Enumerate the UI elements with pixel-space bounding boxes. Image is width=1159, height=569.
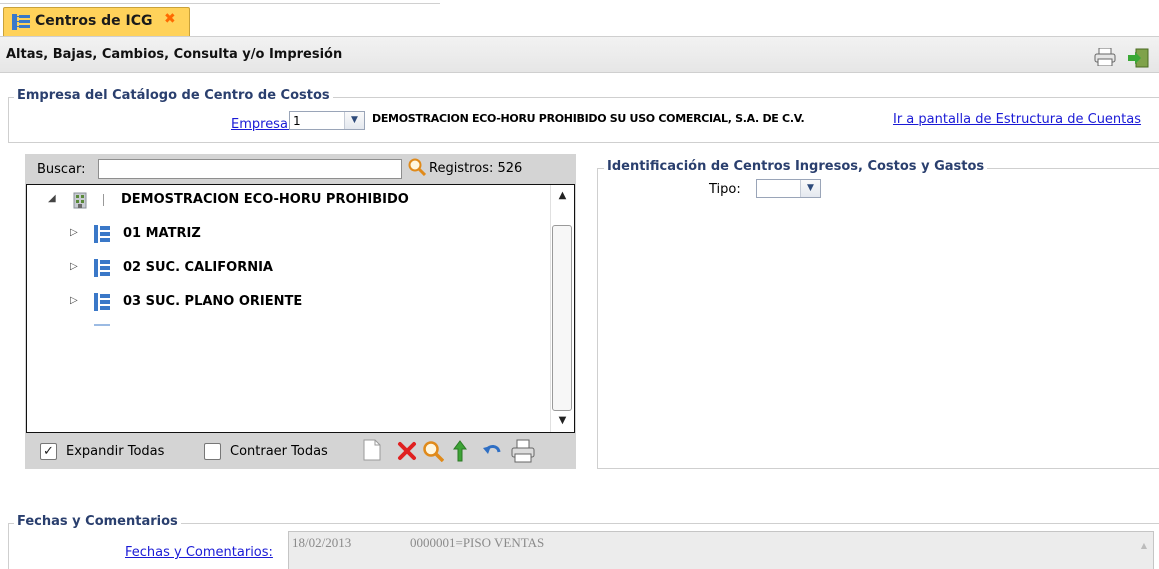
tab-centros-icg[interactable]: Centros de ICG ✖ [3,7,190,36]
tipo-select[interactable]: ▼ [756,179,821,198]
tree-node-label: 02 SUC. CALIFORNIA [123,260,273,275]
vertical-scrollbar[interactable]: ▲ ▼ [550,185,574,432]
tree-node-label: 01 MATRIZ [123,226,201,241]
tree-structure-icon [94,293,110,315]
fechas-link[interactable]: Fechas y Comentarios: [125,545,273,560]
empresa-legend: Empresa del Catálogo de Centro de Costos [14,88,333,103]
tree-node-label: 03 SUC. PLANO ORIENTE [123,294,303,309]
tab-strip: Centros de ICG ✖ [0,0,1159,36]
tree-node-root[interactable]: ◢ DEMOSTRACION ECO-HORU PROHIBIDO [27,188,547,212]
new-document-icon[interactable] [363,439,381,464]
expand-all-label: Expandir Todas [66,444,165,459]
tree-structure-icon [94,225,110,247]
tree-node-child[interactable]: ▷ 03 SUC. PLANO ORIENTE [27,290,547,314]
tab-strip-line [0,3,440,4]
expand-arrow-icon[interactable]: ▷ [70,295,78,306]
chevron-down-icon[interactable]: ▼ [344,112,364,129]
fechas-comment: 0000001=PISO VENTAS [410,535,545,550]
fechas-comentarios-field[interactable]: 18/02/2013 0000001=PISO VENTAS ▲ [288,531,1154,569]
print-icon[interactable] [511,439,535,466]
exit-door-icon[interactable] [1127,48,1149,71]
records-count: Registros: 526 [429,161,523,176]
delete-icon[interactable] [397,441,417,464]
identificacion-fieldset [597,168,1159,469]
tree-node-label: DEMOSTRACION ECO-HORU PROHIBIDO [121,192,409,207]
expand-arrow-icon[interactable]: ▷ [70,227,78,238]
empresa-name: DEMOSTRACION ECO-HORU PROHIBIDO SU USO C… [372,112,805,125]
partial-node-icon [94,324,110,326]
undo-icon[interactable] [483,442,503,463]
move-up-icon[interactable] [453,440,467,465]
building-icon [72,191,88,213]
scroll-up-icon[interactable]: ▲ [1141,541,1147,550]
collapse-arrow-icon[interactable]: ◢ [48,193,56,204]
empresa-select[interactable]: 1 ▼ [289,111,365,130]
search-input[interactable] [98,159,402,179]
title-bar: Altas, Bajas, Cambios, Consulta y/o Impr… [0,36,1159,73]
tipo-label: Tipo: [709,182,741,197]
tree-node-child[interactable]: ▷ 02 SUC. CALIFORNIA [27,256,547,280]
fechas-date: 18/02/2013 [292,535,352,550]
magnifier-icon[interactable] [408,158,427,179]
tree-panel: Buscar: Registros: 526 ◢ DEMOSTRACION EC… [25,154,576,469]
close-icon[interactable]: ✖ [164,11,176,27]
expand-arrow-icon[interactable]: ▷ [70,261,78,272]
tree-toolbar: ✓ Expandir Todas Contraer Todas [25,434,576,469]
search-label: Buscar: [37,162,86,177]
search-bar: Buscar: Registros: 526 [25,154,576,184]
tab-label: Centros de ICG [35,13,153,29]
collapse-all-label: Contraer Todas [230,444,328,459]
collapse-all-checkbox[interactable] [204,443,221,460]
tree-separator [103,194,104,206]
empresa-select-value: 1 [293,114,301,128]
identificacion-legend: Identificación de Centros Ingresos, Cost… [604,159,988,174]
empresa-link[interactable]: Empresa: [231,117,292,132]
fechas-legend: Fechas y Comentarios [14,514,181,529]
scroll-down-icon[interactable]: ▼ [551,410,574,432]
printer-icon[interactable] [1094,47,1116,69]
tree-structure-icon [12,14,30,33]
scroll-thumb[interactable] [552,225,572,411]
chevron-down-icon[interactable]: ▼ [800,180,820,197]
tree-view[interactable]: ◢ DEMOSTRACION ECO-HORU PROHIBIDO ▷ 01 M… [26,184,575,433]
tree-node-child[interactable]: ▷ 01 MATRIZ [27,222,547,246]
scroll-up-icon[interactable]: ▲ [551,185,574,207]
expand-all-checkbox[interactable]: ✓ [40,443,57,460]
page-title: Altas, Bajas, Cambios, Consulta y/o Impr… [6,47,343,62]
structure-link[interactable]: Ir a pantalla de Estructura de Cuentas [893,112,1141,127]
tree-structure-icon [94,259,110,281]
search-icon[interactable] [422,440,445,465]
